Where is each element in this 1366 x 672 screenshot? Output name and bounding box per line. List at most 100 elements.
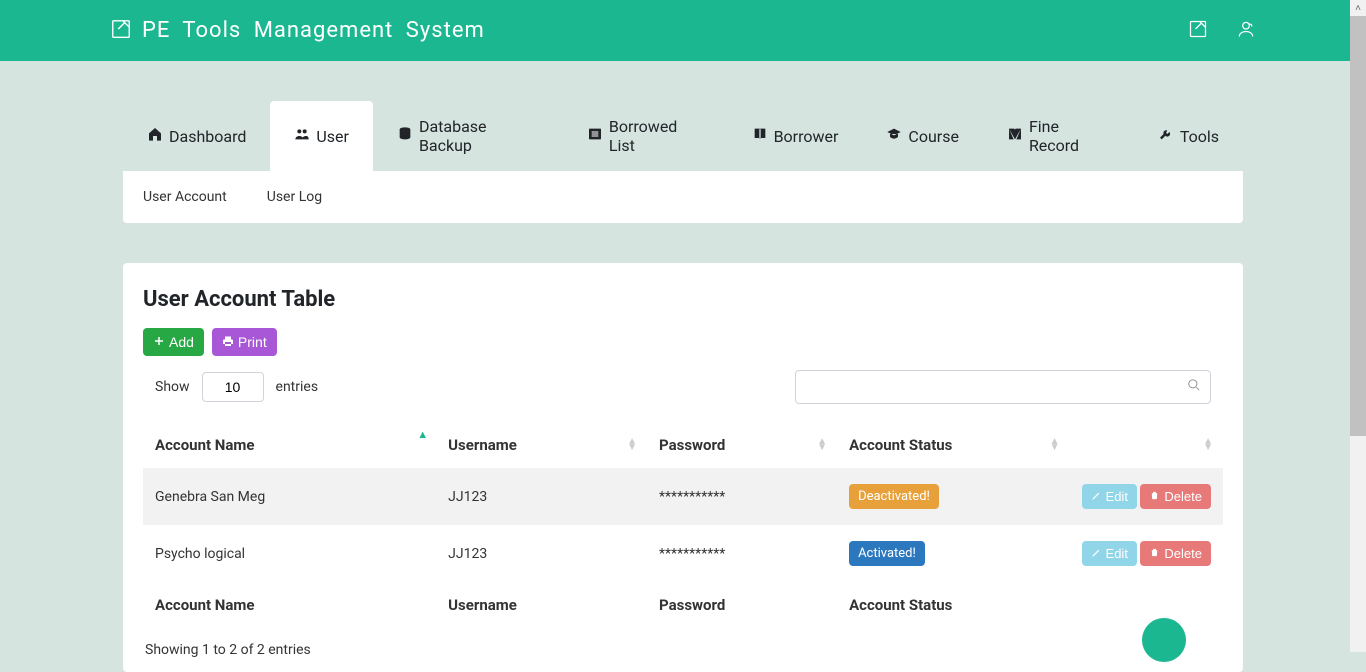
brand: PE Tools Management System xyxy=(110,18,1188,44)
app-logo-icon xyxy=(110,18,132,44)
table-row: Genebra San Meg JJ123 *********** Deacti… xyxy=(143,468,1223,525)
show-entries: Show entries xyxy=(155,372,318,402)
cell-actions: Edit Delete xyxy=(1070,468,1224,525)
tab-label: Course xyxy=(908,127,959,146)
col-label: Password xyxy=(659,436,725,454)
status-badge: Activated! xyxy=(849,541,925,566)
search-wrap xyxy=(795,370,1211,404)
footcol-account-name: Account Name xyxy=(143,582,436,628)
scrollbar[interactable]: ˄ xyxy=(1350,0,1366,652)
tab-label: User xyxy=(316,127,349,146)
print-button[interactable]: Print xyxy=(212,328,277,356)
col-account-name[interactable]: Account Name ▲ xyxy=(143,422,436,468)
edit-label: Edit xyxy=(1106,489,1128,504)
tab-borrowed-list[interactable]: Borrowed List xyxy=(563,101,728,171)
table-info: Showing 1 to 2 of 2 entries xyxy=(143,628,1223,666)
print-icon xyxy=(222,334,234,350)
cell-actions: Edit Delete xyxy=(1070,525,1224,582)
footcol-username: Username xyxy=(436,582,647,628)
nav-card: Dashboard User Database Backup Borrowed … xyxy=(123,101,1243,223)
compose-icon[interactable] xyxy=(1188,19,1208,43)
footcol-status: Account Status xyxy=(837,582,1069,628)
scroll-thumb[interactable] xyxy=(1350,16,1366,436)
panel-buttons: Add Print xyxy=(143,328,1223,356)
cell-account-name: Psycho logical xyxy=(143,525,436,582)
entries-label: entries xyxy=(276,379,319,395)
tab-label: Fine Record xyxy=(1029,117,1110,155)
cell-password: *********** xyxy=(647,525,837,582)
graduation-cap-icon xyxy=(886,126,902,146)
col-label: Username xyxy=(448,436,517,454)
col-label: Account Name xyxy=(155,436,255,454)
wrench-icon xyxy=(1158,126,1174,146)
subtab-user-account[interactable]: User Account xyxy=(143,189,227,205)
tab-course[interactable]: Course xyxy=(862,101,983,171)
cell-account-name: Genebra San Meg xyxy=(143,468,436,525)
subtab-user-log[interactable]: User Log xyxy=(267,189,322,205)
top-actions xyxy=(1188,19,1256,43)
footcol-password: Password xyxy=(647,582,837,628)
table-controls: Show entries xyxy=(143,370,1223,404)
edit-button[interactable]: Edit xyxy=(1082,484,1137,509)
user-table: Account Name ▲ Username ▲▼ Password ▲▼ A… xyxy=(143,422,1223,628)
book-icon xyxy=(752,126,768,146)
tab-tools[interactable]: Tools xyxy=(1134,101,1243,171)
scroll-up-icon[interactable]: ˄ xyxy=(1350,0,1366,16)
add-button-label: Add xyxy=(169,334,194,350)
footcol-actions xyxy=(1070,582,1224,628)
users-icon xyxy=(294,126,310,146)
tab-label: Tools xyxy=(1180,127,1219,146)
search-input[interactable] xyxy=(795,370,1211,404)
book-open-icon xyxy=(1007,126,1023,146)
tab-fine-record[interactable]: Fine Record xyxy=(983,101,1134,171)
tab-label: Dashboard xyxy=(169,127,246,146)
list-icon xyxy=(587,126,603,146)
col-actions[interactable]: ▲▼ xyxy=(1070,422,1224,468)
brand-title: PE Tools Management System xyxy=(142,18,485,43)
sort-icon: ▲▼ xyxy=(627,439,637,451)
table-row: Psycho logical JJ123 *********** Activat… xyxy=(143,525,1223,582)
col-status[interactable]: Account Status ▲▼ xyxy=(837,422,1069,468)
col-username[interactable]: Username ▲▼ xyxy=(436,422,647,468)
tab-label: Borrowed List xyxy=(609,117,704,155)
delete-label: Delete xyxy=(1164,489,1202,504)
tab-dashboard[interactable]: Dashboard xyxy=(123,101,270,171)
pencil-icon xyxy=(1091,546,1102,561)
status-badge: Deactivated! xyxy=(849,484,939,509)
add-button[interactable]: Add xyxy=(143,328,204,356)
pencil-icon xyxy=(1091,489,1102,504)
trash-icon xyxy=(1149,489,1160,504)
tab-database-backup[interactable]: Database Backup xyxy=(373,101,563,171)
edit-label: Edit xyxy=(1106,546,1128,561)
database-icon xyxy=(397,126,413,146)
plus-icon xyxy=(153,334,165,350)
tabs-bar: Dashboard User Database Backup Borrowed … xyxy=(123,101,1243,171)
sort-icon: ▲▼ xyxy=(1050,439,1060,451)
delete-label: Delete xyxy=(1164,546,1202,561)
print-button-label: Print xyxy=(238,334,267,350)
topbar: PE Tools Management System xyxy=(0,0,1366,61)
cell-username: JJ123 xyxy=(436,468,647,525)
delete-button[interactable]: Delete xyxy=(1140,541,1211,566)
sort-asc-icon: ▲ xyxy=(417,428,428,441)
tab-label: Borrower xyxy=(774,127,839,146)
cell-username: JJ123 xyxy=(436,525,647,582)
edit-button[interactable]: Edit xyxy=(1082,541,1137,566)
panel-title: User Account Table xyxy=(143,287,1223,312)
col-label: Account Status xyxy=(849,436,952,454)
tab-label: Database Backup xyxy=(419,117,539,155)
home-icon xyxy=(147,126,163,146)
col-password[interactable]: Password ▲▼ xyxy=(647,422,837,468)
show-label: Show xyxy=(155,379,190,395)
subtabs: User Account User Log xyxy=(123,171,1243,223)
cell-status: Activated! xyxy=(837,525,1069,582)
tab-user[interactable]: User xyxy=(270,101,373,171)
delete-button[interactable]: Delete xyxy=(1140,484,1211,509)
trash-icon xyxy=(1149,546,1160,561)
tab-borrower[interactable]: Borrower xyxy=(728,101,863,171)
panel-user-account: User Account Table Add Print Show entrie… xyxy=(123,263,1243,672)
entries-input[interactable] xyxy=(202,372,264,402)
user-support-icon[interactable] xyxy=(1236,19,1256,43)
cell-password: *********** xyxy=(647,468,837,525)
cell-status: Deactivated! xyxy=(837,468,1069,525)
